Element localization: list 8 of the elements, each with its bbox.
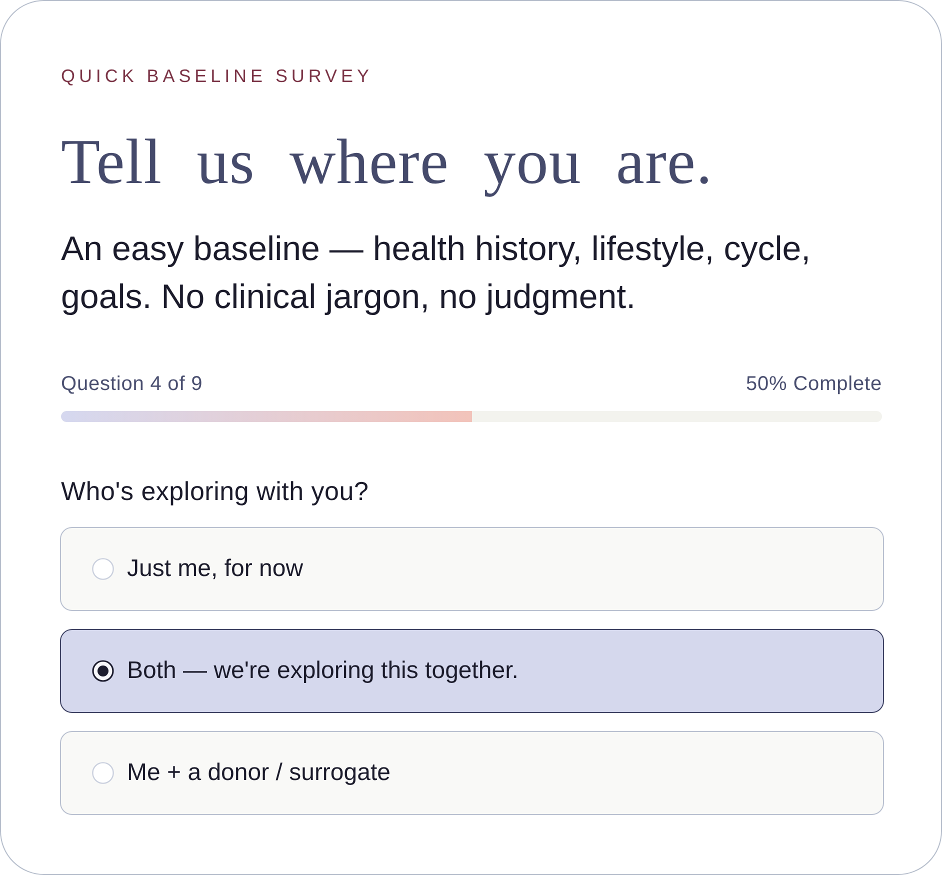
- answer-option[interactable]: Me + a donor / surrogate: [60, 731, 884, 815]
- question-counter: Question 4 of 9: [61, 372, 203, 396]
- answer-option[interactable]: Both — we're exploring this together.: [60, 629, 884, 713]
- answer-option[interactable]: Just me, for now: [60, 527, 884, 611]
- intro-paragraph: An easy baseline — health history, lifestyle, cycle, goals. No clinical jargon, no judgment.: [61, 229, 812, 318]
- completion-percent: 50% Complete: [746, 372, 882, 396]
- question-prompt: Who's exploring with you?: [61, 475, 369, 507]
- survey-eyebrow: QUICK BASELINE SURVEY: [61, 65, 373, 88]
